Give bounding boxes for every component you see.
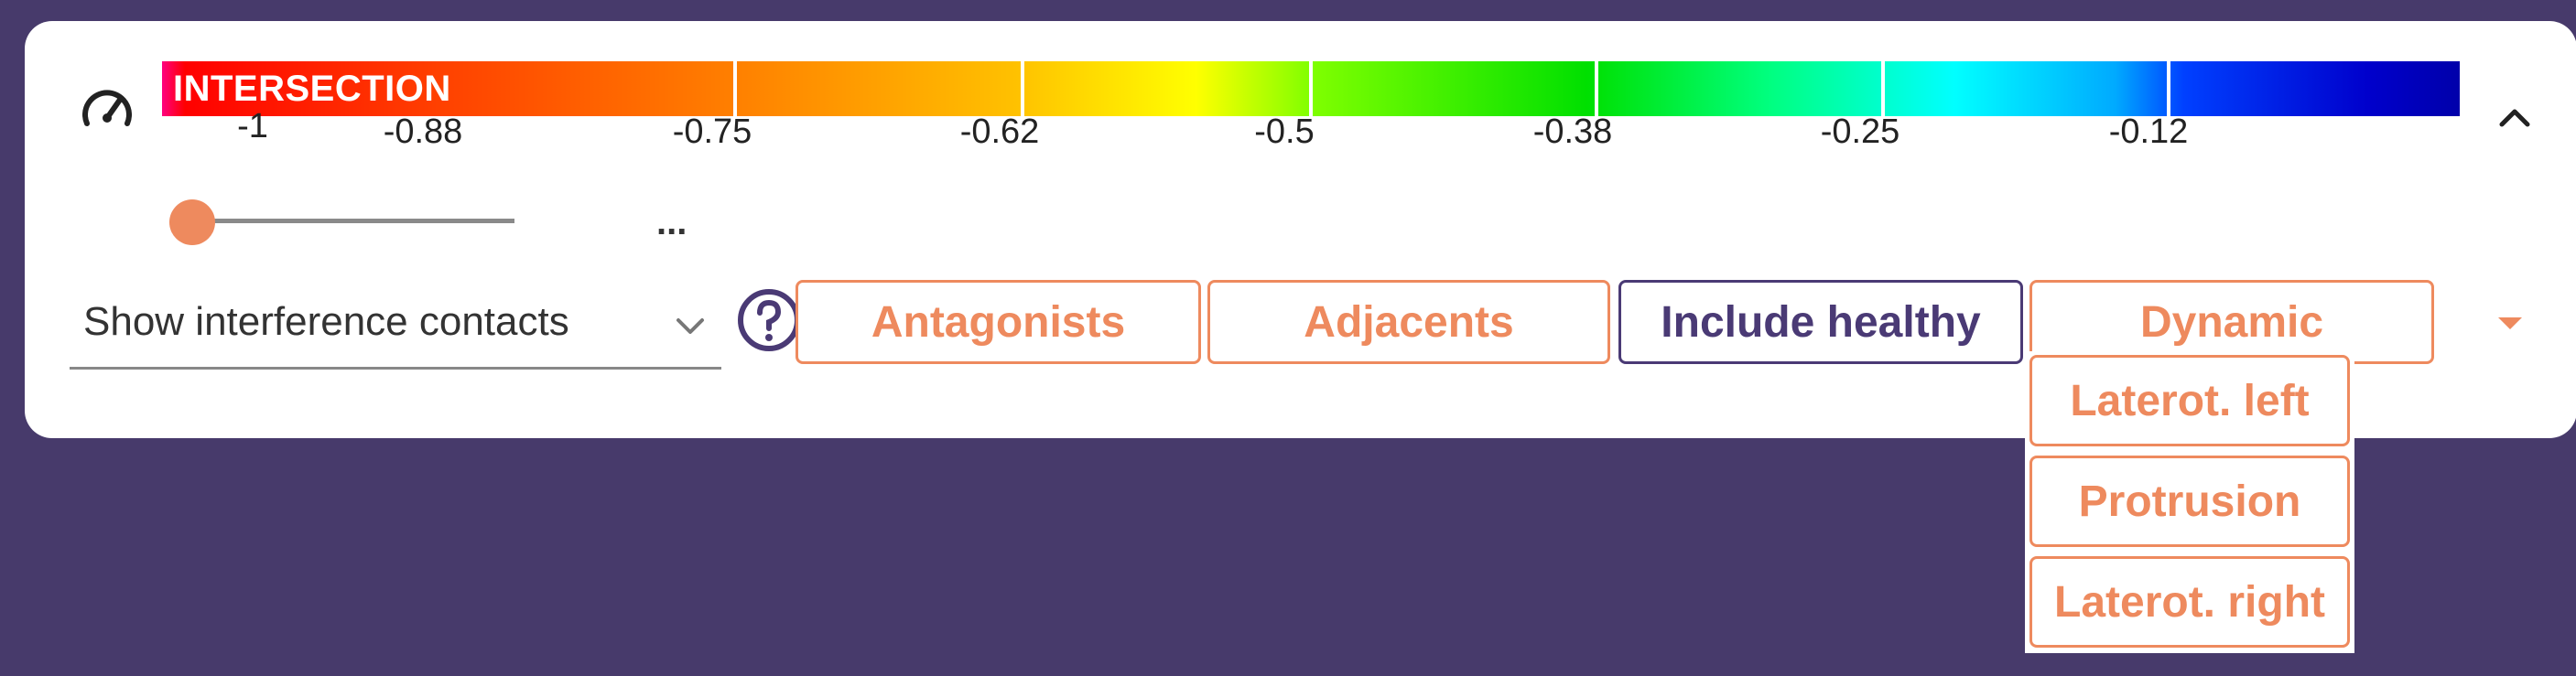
color-scale-tick: -0.88: [383, 113, 463, 151]
color-scale-bar: INTERSECTION: [162, 61, 2460, 116]
color-scale-tick: -0.25: [1820, 113, 1900, 151]
menu-item-laterot-right[interactable]: Laterot. right: [2029, 556, 2350, 648]
dynamic-dropdown-menu: Laterot. left Protrusion Laterot. right: [2025, 351, 2354, 653]
chevron-down-icon[interactable]: [669, 305, 711, 347]
antagonists-button[interactable]: Antagonists: [796, 280, 1201, 364]
color-scale-divider: [1309, 61, 1313, 116]
color-scale-tick: -0.62: [959, 113, 1040, 151]
help-circle-icon[interactable]: [737, 288, 801, 352]
contact-mode-select[interactable]: Show interference contacts: [70, 284, 721, 370]
more-options-label[interactable]: ...: [656, 202, 687, 243]
speedometer-icon[interactable]: [78, 81, 136, 140]
chevron-up-icon[interactable]: [2487, 90, 2542, 145]
adjacents-button[interactable]: Adjacents: [1207, 280, 1610, 364]
slider-thumb[interactable]: [169, 199, 215, 245]
color-scale-divider: [733, 61, 737, 116]
menu-item-laterot-left[interactable]: Laterot. left: [2029, 355, 2350, 446]
menu-item-protrusion[interactable]: Protrusion: [2029, 456, 2350, 547]
select-value: Show interference contacts: [83, 299, 569, 344]
color-scale-tick: -0.75: [672, 113, 752, 151]
slider-track[interactable]: [191, 219, 514, 223]
caret-down-icon[interactable]: [2487, 305, 2533, 341]
include-healthy-button[interactable]: Include healthy: [1618, 280, 2023, 364]
color-scale-divider: [2167, 61, 2170, 116]
color-scale-title: INTERSECTION: [173, 69, 451, 109]
color-scale-tick: -0.12: [2108, 113, 2189, 151]
color-scale-tick: -0.5: [1254, 113, 1315, 151]
color-scale-tick: -0.38: [1532, 113, 1613, 151]
color-scale-divider: [1021, 61, 1024, 116]
color-scale-divider: [1881, 61, 1885, 116]
color-scale-divider: [1595, 61, 1598, 116]
color-scale-tick: -1: [237, 107, 268, 145]
